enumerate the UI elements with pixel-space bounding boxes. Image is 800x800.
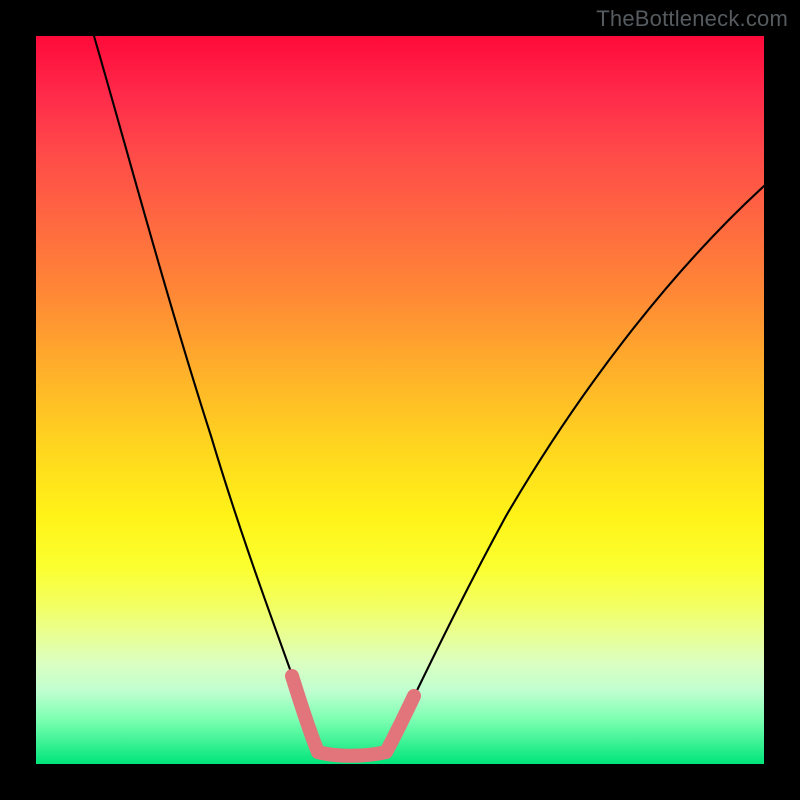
chart-curves <box>36 36 764 764</box>
watermark-text: TheBottleneck.com <box>596 6 788 32</box>
chart-frame: TheBottleneck.com <box>0 0 800 800</box>
curve-left <box>94 36 318 752</box>
curve-right <box>386 186 764 752</box>
marker-valley-highlight <box>318 752 386 756</box>
marker-left-highlight <box>292 676 318 752</box>
marker-right-highlight <box>386 696 414 752</box>
